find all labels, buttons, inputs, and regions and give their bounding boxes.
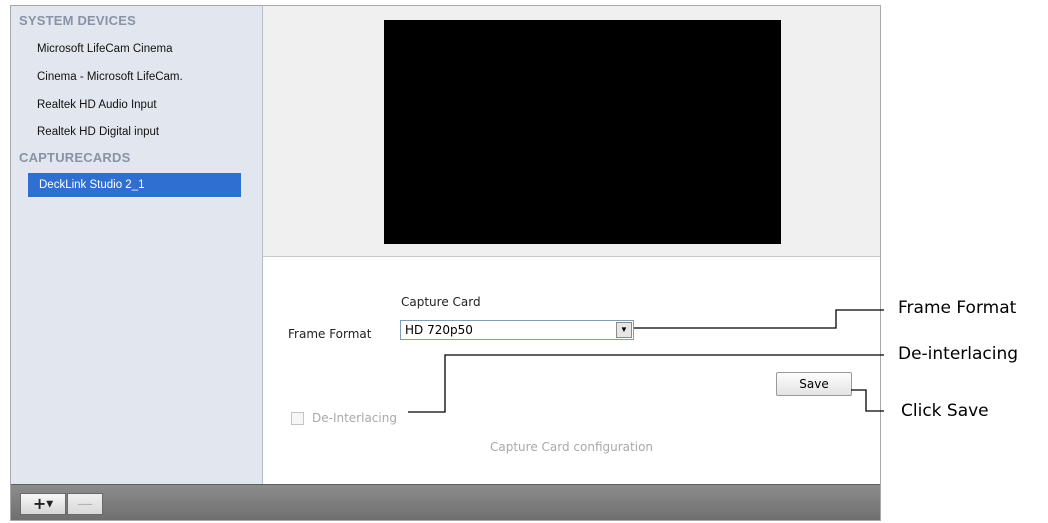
device-sidebar: SYSTEM DEVICES Microsoft LifeCam Cinema … — [11, 6, 263, 484]
remove-device-button[interactable]: — — [67, 493, 103, 515]
deinterlacing-checkbox[interactable] — [291, 412, 304, 425]
chevron-down-icon[interactable]: ▼ — [616, 322, 632, 338]
callout-deinterlacing: De-interlacing — [898, 344, 1019, 364]
config-footer-text: Capture Card configuration — [490, 440, 654, 454]
minus-icon: — — [77, 494, 93, 513]
callout-click-save: Click Save — [901, 401, 989, 421]
preview-pane — [263, 6, 880, 256]
add-device-button[interactable]: +▼ — [20, 493, 66, 515]
capture-card-config-panel: Capture Card Frame Format HD 720p50 ▼ Sa… — [263, 257, 880, 484]
section-header-capturecards: CAPTURECARDS — [19, 150, 131, 165]
frame-format-select[interactable]: HD 720p50 ▼ — [400, 320, 634, 340]
deinterlacing-label: De-Interlacing — [312, 411, 397, 425]
caret-down-icon: ▼ — [46, 499, 54, 510]
video-preview — [384, 20, 781, 244]
callout-frame-format: Frame Format — [898, 298, 1017, 318]
plus-icon: + — [32, 494, 47, 513]
device-item-decklink-studio[interactable]: DeckLink Studio 2_1 — [28, 173, 241, 197]
device-item-realtek-hd-audio-input[interactable]: Realtek HD Audio Input — [37, 93, 157, 117]
bottom-toolbar: +▼ — — [11, 484, 880, 520]
device-item-cinema-microsoft-lifecam[interactable]: Cinema - Microsoft LifeCam. — [37, 65, 183, 89]
frame-format-label: Frame Format — [288, 327, 372, 341]
capture-card-title: Capture Card — [401, 295, 481, 309]
frame-format-value: HD 720p50 — [405, 323, 473, 337]
device-item-realtek-hd-digital-input[interactable]: Realtek HD Digital input — [37, 120, 159, 144]
save-button[interactable]: Save — [776, 372, 852, 396]
capture-device-window: SYSTEM DEVICES Microsoft LifeCam Cinema … — [10, 5, 881, 521]
device-item-microsoft-lifecam-cinema[interactable]: Microsoft LifeCam Cinema — [37, 37, 172, 61]
section-header-system-devices: SYSTEM DEVICES — [19, 13, 136, 28]
